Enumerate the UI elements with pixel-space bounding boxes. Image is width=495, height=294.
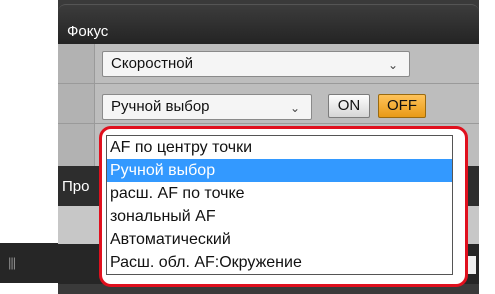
dropdown-option-zone[interactable]: зональный AF — [107, 205, 452, 228]
grip-handle-icon[interactable]: ||| — [8, 254, 18, 272]
row-label-cell — [58, 124, 95, 166]
chevron-down-icon: ⌄ — [388, 58, 399, 72]
af-area-select[interactable]: Ручной выбор ⌄ — [102, 94, 312, 120]
dropdown-option-expand-surround[interactable]: Расш. обл. AF:Окружение — [107, 251, 452, 274]
dropdown-option-auto[interactable]: Автоматический — [107, 228, 452, 251]
dropdown-option-expand-point[interactable]: расш. AF по точке — [107, 182, 452, 205]
camera-settings-window: ||| Фокус Скоростной ⌄ Ручной выбор ⌄ ON… — [0, 0, 495, 294]
af-area-row: Ручной выбор ⌄ ON OFF — [58, 84, 479, 124]
dropdown-option-center-point[interactable]: AF по центру точки — [107, 136, 452, 159]
af-area-dropdown-highlight: AF по центру точки Ручной выбор расш. AF… — [99, 126, 468, 287]
chevron-down-icon: ⌄ — [290, 101, 301, 115]
off-button[interactable]: OFF — [378, 94, 426, 118]
panel-title: Фокус — [67, 23, 109, 40]
af-area-dropdown-list: AF по центру точки Ручной выбор расш. AF… — [106, 135, 453, 275]
af-mode-value: Скоростной — [111, 55, 193, 72]
section-label: Про — [62, 178, 90, 195]
af-area-value: Ручной выбор — [111, 98, 210, 115]
af-mode-row: Скоростной ⌄ — [58, 44, 479, 84]
right-margin — [479, 0, 495, 294]
left-toolbar-strip: ||| — [0, 243, 58, 283]
on-button[interactable]: ON — [328, 94, 370, 118]
dropdown-option-manual[interactable]: Ручной выбор — [107, 159, 452, 182]
panel-header: Фокус — [58, 4, 479, 45]
row-label-cell — [58, 84, 95, 123]
af-mode-select[interactable]: Скоростной ⌄ — [102, 51, 410, 77]
row-label-cell — [58, 44, 95, 83]
